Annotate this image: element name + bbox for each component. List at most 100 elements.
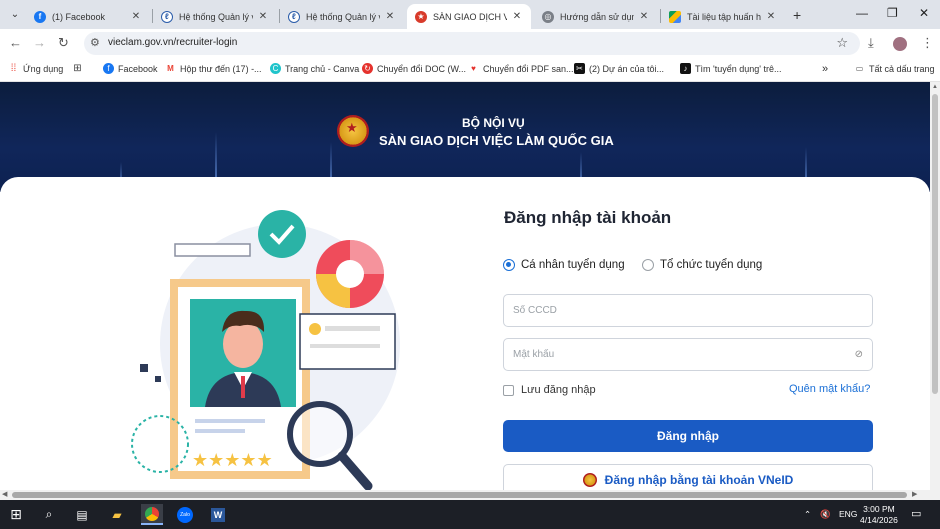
zalo-icon[interactable]: Zalo [174,504,196,525]
horizontal-scroll-thumb[interactable] [12,492,907,498]
password-input[interactable] [504,339,872,370]
bookmark-capcut[interactable]: ✂ (2) Dự án của tôi... [574,63,664,74]
password-field[interactable]: ⊘ [503,338,873,371]
navigation-bar: ← → ↻ ⚙ vieclam.gov.vn/recruiter-login ☆… [0,29,940,57]
bookmarks-bar: ⁞⁞ Ứng dụng ⊞ f Facebook M Hộp thư đến (… [0,57,940,82]
remember-checkbox[interactable] [503,384,514,396]
login-button[interactable]: Đăng nhập [503,420,873,452]
bookmark-gmail[interactable]: M Hộp thư đến (17) -... [165,63,262,74]
vneid-emblem-icon [582,473,597,487]
back-arrow-icon[interactable]: ← [9,35,22,50]
radio-unselected-icon[interactable] [642,259,654,271]
volume-muted-icon[interactable]: 🔇 [820,509,831,520]
feather-icon: ℓ [161,10,173,23]
bookmark-grid[interactable]: ⊞ [72,63,87,74]
id-card-line [310,344,380,348]
notifications-icon[interactable]: ▭ [911,507,921,520]
bookmark-convert-doc[interactable]: ↻ Chuyển đổi DOC (W... [362,63,466,74]
scroll-left-icon[interactable]: ◀ [2,490,7,498]
scroll-right-icon[interactable]: ▶ [912,490,917,498]
convert-icon: ↻ [362,63,373,74]
tab-bar: ⌄ f (1) Facebook ✕ ℓ Hệ thống Quản lý vă… [0,0,940,29]
vneid-login-button[interactable]: Đăng nhập bằng tài khoản VNeID [503,464,873,490]
radio-individual[interactable]: Cá nhân tuyển dụng [503,259,625,271]
profile-avatar[interactable] [893,37,907,51]
bookmark-convert-pdf[interactable]: ♥ Chuyển đổi PDF san... [468,63,574,74]
bookmark-canva[interactable]: C Trang chủ - Canva [270,63,359,74]
close-tab-icon[interactable]: ✕ [765,11,777,22]
system-clock[interactable]: 3:00 PM 4/14/2026 [860,504,898,526]
vertical-scrollbar[interactable]: ▲ [930,82,940,490]
person-tie [241,376,245,398]
tab-search-chevron-icon[interactable]: ⌄ [6,5,24,23]
folder-icon: ▭ [854,63,865,74]
radio-organization[interactable]: Tổ chức tuyển dụng [642,259,762,271]
file-explorer-icon[interactable]: ▰ [106,504,128,525]
pie-hole [336,260,364,288]
close-tab-icon[interactable]: ✕ [130,11,142,22]
minimize-icon[interactable]: — [856,6,868,20]
remember-me[interactable]: Lưu đăng nhập [503,384,596,396]
tab-huong-dan[interactable]: ◎ Hướng dẫn sử dụng ✕ [534,4,658,29]
site-info-icon[interactable]: ⚙ [90,36,100,49]
close-window-icon[interactable]: ✕ [919,6,929,20]
vertical-scroll-thumb[interactable] [932,94,938,394]
chrome-logo [145,506,159,521]
tiktok-icon: ♪ [680,63,691,74]
recruitment-illustration: ★★★★★ [131,210,400,490]
bookmark-star-icon[interactable]: ☆ [836,35,848,51]
id-card-dot [309,323,321,335]
tab-san-giao-dich[interactable]: ★ SÀN GIAO DỊCH VIỆC ✕ [407,4,531,29]
tab-tai-lieu[interactable]: Tài liệu tập huấn hệ t ✕ [661,4,785,29]
restore-icon[interactable]: ❐ [887,6,898,20]
facebook-icon: f [34,10,46,23]
capcut-icon: ✂ [574,63,585,74]
forward-arrow-icon[interactable]: → [33,35,46,50]
more-bookmarks-chevron-icon[interactable]: » [822,63,828,75]
cccd-input[interactable] [504,295,872,326]
emblem-icon: ★ [415,10,427,23]
resume-line [195,429,245,433]
tab-facebook[interactable]: f (1) Facebook ✕ [26,4,150,29]
language-indicator[interactable]: ENG [839,509,857,519]
check-badge-icon [258,210,306,258]
url-text[interactable]: vieclam.gov.vn/recruiter-login [108,37,237,48]
reload-icon[interactable]: ↻ [58,35,69,51]
search-icon[interactable]: ⌕ [38,504,60,525]
radio-selected-icon[interactable] [503,259,515,271]
menu-dots-icon[interactable]: ⋮ [921,35,934,51]
grid-icon: ⊞ [72,63,83,74]
id-card-line [325,326,380,331]
bookmark-apps[interactable]: ⁞⁞ Ứng dụng [8,63,63,74]
chrome-icon[interactable] [141,504,163,525]
horizontal-scrollbar[interactable]: ◀ ▶ [0,490,940,500]
windows-taskbar: ⊞ ⌕ ▤ ▰ Zalo W ⌃ 🔇 ENG 3:00 PM 4/14/2026… [0,500,940,529]
site-header: BỘ NỘI VỤ SÀN GIAO DỊCH VIỆC LÀM QUỐC GI… [0,82,930,192]
page-content: BỘ NỘI VỤ SÀN GIAO DỊCH VIỆC LÀM QUỐC GI… [0,82,930,490]
download-icon[interactable]: ⤓ [868,35,874,51]
close-tab-icon[interactable]: ✕ [384,11,396,22]
close-tab-icon[interactable]: ✕ [511,11,523,22]
all-bookmarks[interactable]: ▭ Tất cả dấu trang [854,63,935,74]
decor-square [155,376,161,382]
illustration-card-top [174,243,251,257]
tab-he-thong-2[interactable]: ℓ Hệ thống Quản lý văn ✕ [280,4,404,29]
close-tab-icon[interactable]: ✕ [257,11,269,22]
heart-icon: ♥ [468,63,479,74]
eye-slash-icon[interactable]: ⊘ [855,349,863,360]
cccd-field[interactable] [503,294,873,327]
facebook-icon: f [103,63,114,74]
canva-icon: C [270,63,281,74]
word-icon[interactable]: W [207,504,229,525]
new-tab-plus-icon[interactable]: + [793,7,801,23]
task-view-icon[interactable]: ▤ [71,504,93,525]
bookmark-facebook[interactable]: f Facebook [103,63,158,74]
scroll-up-icon[interactable]: ▲ [932,84,938,90]
tray-chevron-icon[interactable]: ⌃ [804,509,811,520]
windows-start-icon[interactable]: ⊞ [5,504,27,525]
close-tab-icon[interactable]: ✕ [638,11,650,22]
address-bar[interactable]: ⚙ vieclam.gov.vn/recruiter-login ☆ [84,32,860,55]
tab-he-thong-1[interactable]: ℓ Hệ thống Quản lý văn ✕ [153,4,277,29]
bookmark-tiktok[interactable]: ♪ Tìm 'tuyển dụng' trê... [680,63,781,74]
forgot-password-link[interactable]: Quên mật khẩu? [789,383,870,395]
